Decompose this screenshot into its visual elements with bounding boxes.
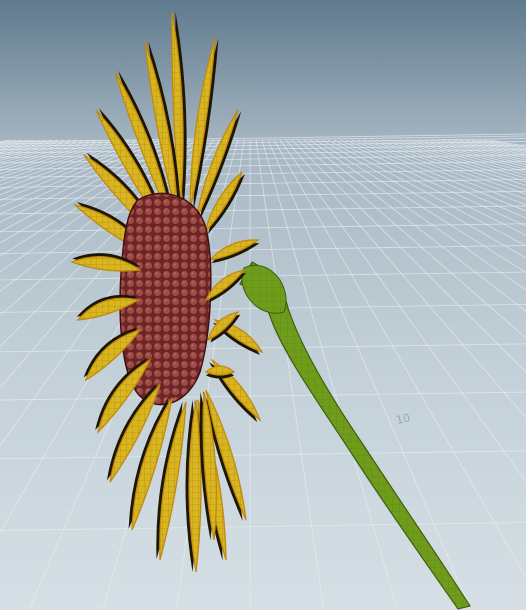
3d-viewport[interactable]: 10 (0, 0, 526, 610)
scene-canvas[interactable]: 10 (0, 0, 526, 610)
